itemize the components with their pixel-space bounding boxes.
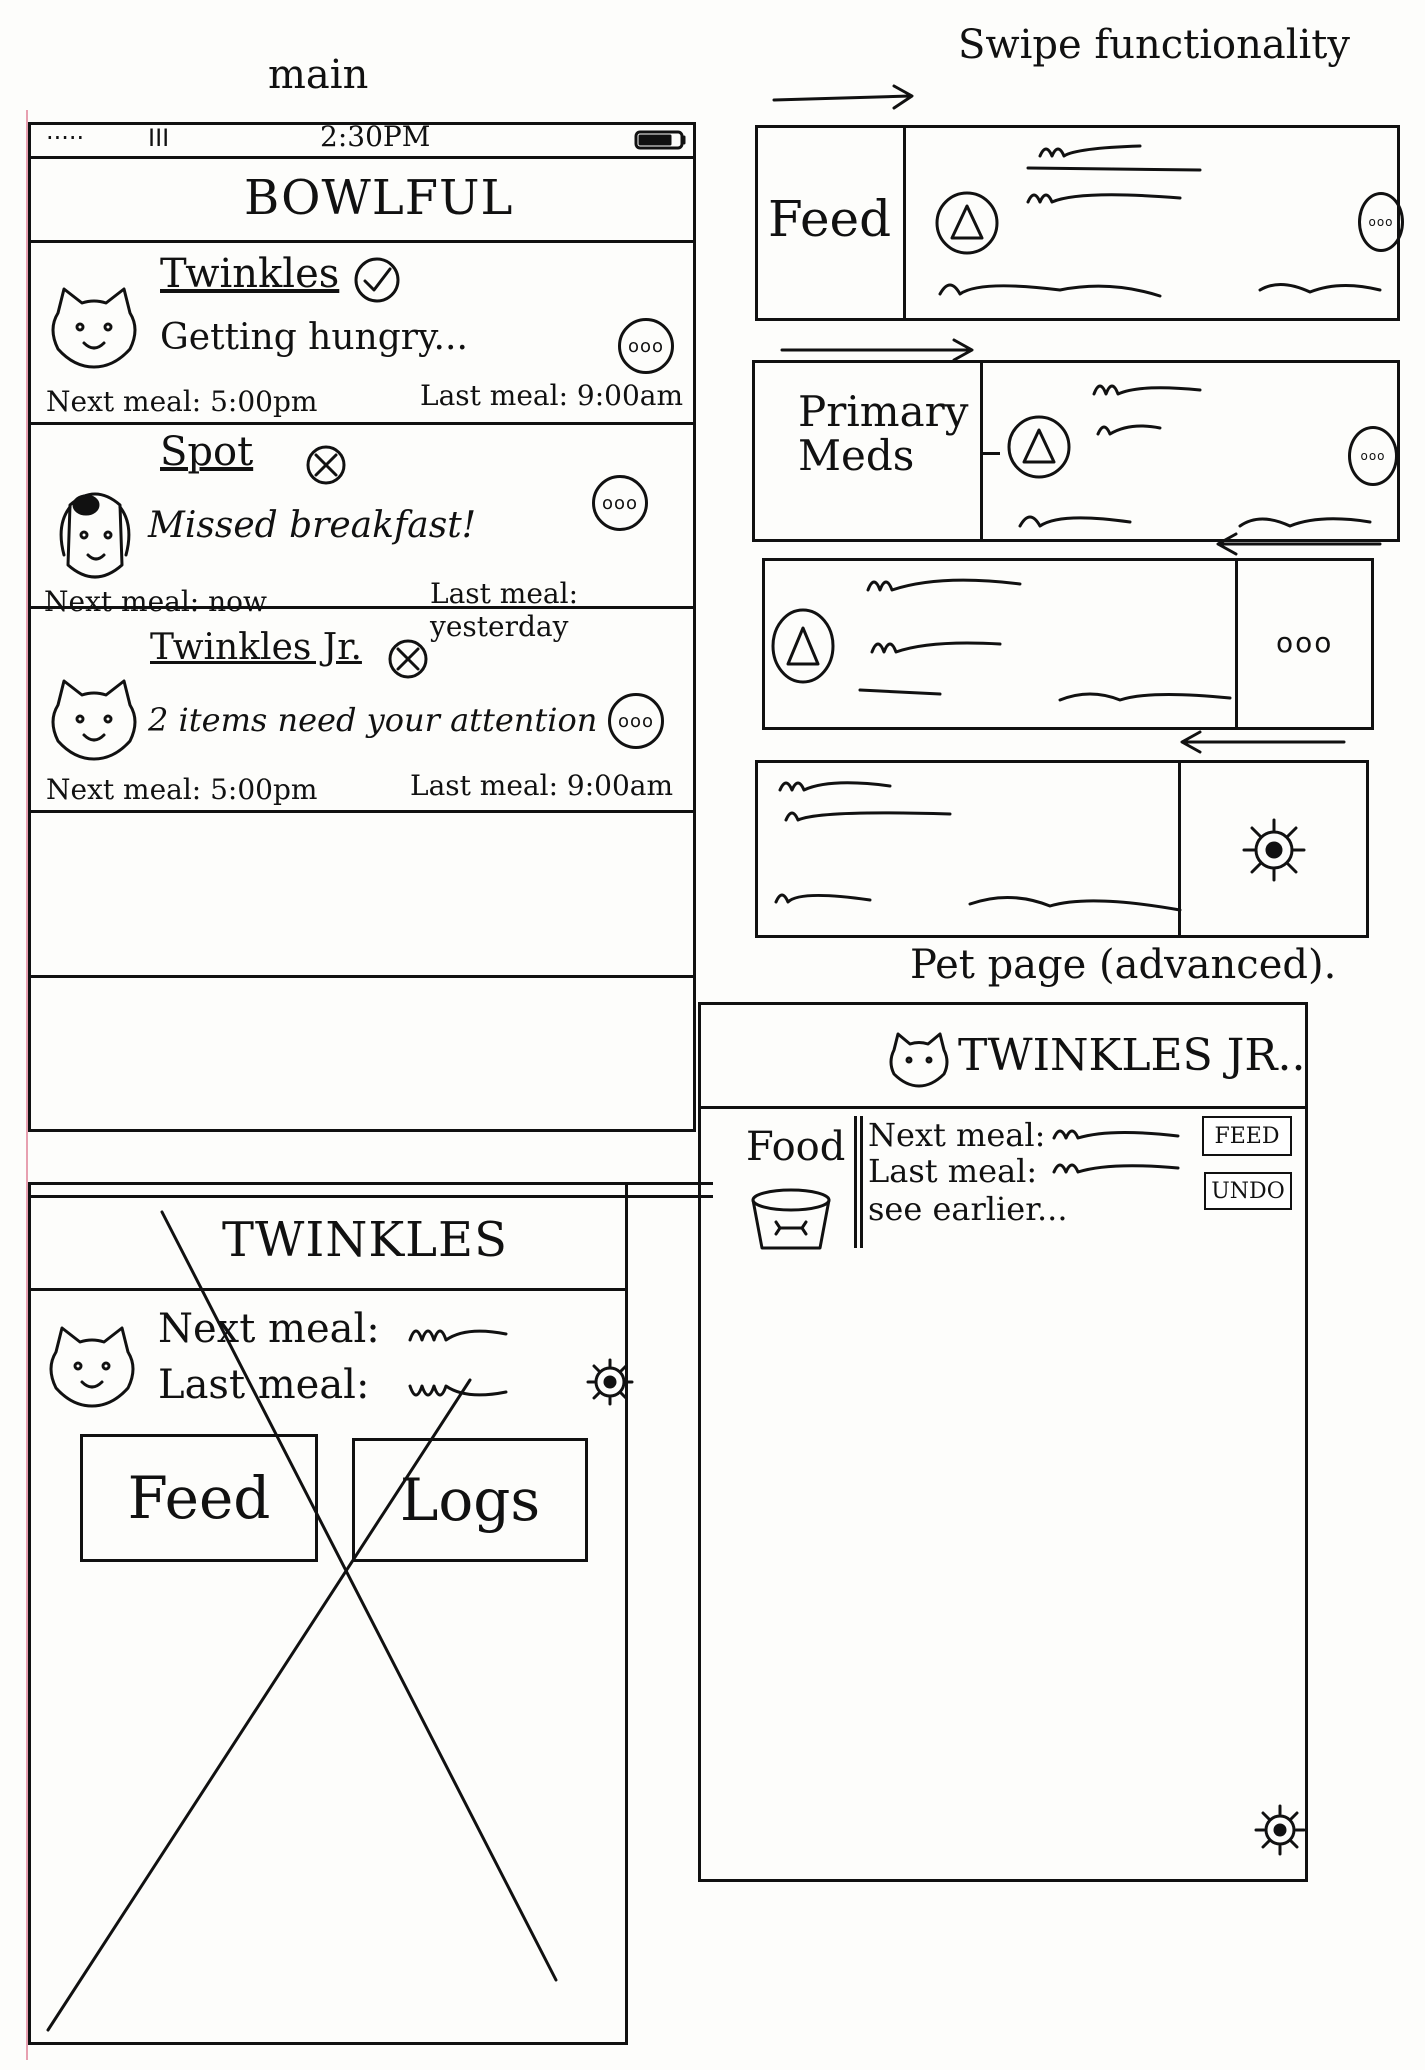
- squiggle: [1052, 1129, 1180, 1174]
- food-section-label: Food: [746, 1124, 846, 1170]
- food-bowl-icon: [751, 1188, 831, 1250]
- feed-action[interactable]: Feed: [768, 190, 891, 248]
- arrow-left-icon: [1180, 730, 1346, 754]
- squiggle-lines: [774, 781, 1182, 912]
- undo-button[interactable]: UNDO: [1204, 1172, 1292, 1210]
- feed-button[interactable]: FEED: [1202, 1116, 1292, 1156]
- warning-circle-icon: [771, 608, 835, 684]
- arrow-right-icon: [780, 338, 974, 362]
- see-earlier-link[interactable]: see earlier...: [868, 1190, 1067, 1228]
- more-action[interactable]: ooo: [1276, 626, 1333, 659]
- more-button-partial[interactable]: ooo: [1358, 192, 1404, 252]
- pet-page-last-meal: Last meal:: [868, 1152, 1038, 1190]
- gear-icon[interactable]: [1234, 810, 1314, 890]
- gear-icon[interactable]: [1250, 1800, 1310, 1860]
- pet-page-title: TWINKLES JR..: [958, 1030, 1306, 1081]
- meds-action[interactable]: Primary Meds: [798, 390, 968, 478]
- arrow-left-icon: [1216, 532, 1382, 556]
- arrow-right-icon: [772, 84, 914, 110]
- squiggle-lines: [938, 144, 1382, 298]
- cat-avatar: [889, 1032, 949, 1088]
- pet-page-label: Pet page (advanced).: [910, 942, 1337, 988]
- swipe-label: Swipe functionality: [958, 22, 1350, 68]
- warning-circle-icon: [1007, 415, 1071, 479]
- more-button-partial[interactable]: ooo: [1348, 426, 1398, 486]
- pet-page-next-meal: Next meal:: [868, 1116, 1046, 1154]
- warning-circle-icon: [935, 191, 999, 255]
- squiggle-lines: [858, 578, 1232, 702]
